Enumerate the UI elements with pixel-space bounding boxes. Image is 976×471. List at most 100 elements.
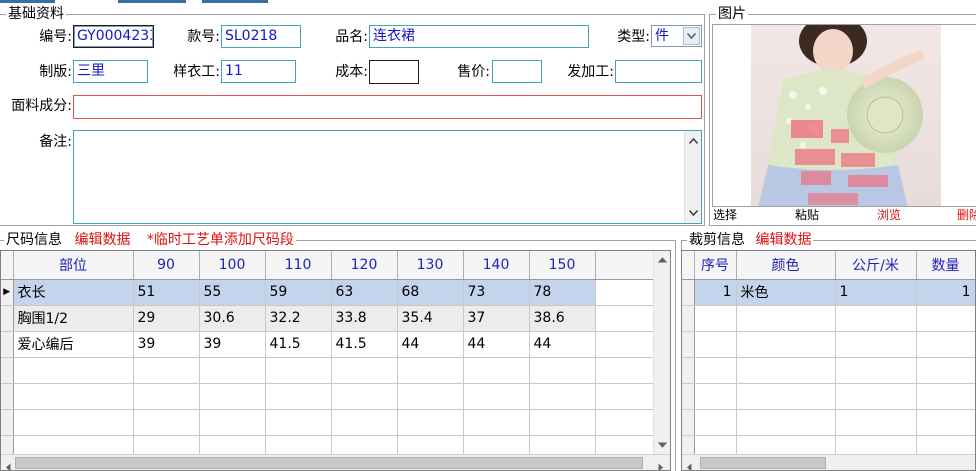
table-cell[interactable]	[835, 305, 917, 332]
chevron-down-icon[interactable]	[683, 27, 700, 45]
table-cell[interactable]	[916, 357, 975, 384]
table-row[interactable]	[682, 357, 975, 384]
outsource-field[interactable]	[615, 60, 702, 83]
price-field[interactable]	[492, 60, 542, 83]
table-cell[interactable]: 37	[463, 305, 530, 332]
column-header[interactable]: 90	[133, 251, 200, 280]
table-cell[interactable]	[694, 331, 737, 358]
column-header[interactable]: 部位	[13, 251, 134, 280]
table-cell[interactable]	[736, 331, 836, 358]
table-cell[interactable]: 55	[199, 279, 266, 306]
arrow-left-icon[interactable]	[686, 460, 692, 470]
table-cell[interactable]	[835, 409, 917, 436]
cost-field[interactable]	[369, 60, 419, 84]
table-cell[interactable]: 41.5	[331, 331, 398, 358]
arrow-left-icon[interactable]	[5, 460, 11, 470]
table-cell[interactable]: 1	[916, 279, 975, 306]
table-cell[interactable]	[265, 383, 332, 410]
table-cell[interactable]	[694, 305, 737, 332]
column-header[interactable]: 序号	[694, 251, 737, 280]
table-row[interactable]	[1, 383, 654, 410]
arrow-down-icon[interactable]	[654, 437, 670, 453]
table-row[interactable]	[682, 383, 975, 410]
style-field[interactable]: SL0218	[221, 25, 301, 48]
table-cell[interactable]: 爱心编后	[13, 331, 134, 358]
table-cell[interactable]: 35.4	[397, 305, 464, 332]
table-cell[interactable]	[331, 409, 398, 436]
table-cell[interactable]: 73	[463, 279, 530, 306]
product-image[interactable]	[712, 24, 976, 207]
table-cell[interactable]	[199, 409, 266, 436]
table-row[interactable]	[1, 357, 654, 384]
table-cell[interactable]	[694, 357, 737, 384]
delete-image-link[interactable]: 删除	[957, 208, 976, 222]
paste-image-link[interactable]: 粘贴	[795, 208, 819, 222]
table-cell[interactable]	[13, 357, 134, 384]
table-cell[interactable]	[736, 409, 836, 436]
table-cell[interactable]	[463, 357, 530, 384]
select-image-link[interactable]: 选择	[713, 208, 737, 222]
name-field[interactable]: 连衣裙	[369, 25, 589, 48]
table-cell[interactable]: 59	[265, 279, 332, 306]
note-scrollbar[interactable]	[684, 131, 701, 223]
table-cell[interactable]	[13, 409, 134, 436]
table-cell[interactable]	[529, 383, 596, 410]
column-header[interactable]: 140	[463, 251, 530, 280]
table-cell[interactable]: 32.2	[265, 305, 332, 332]
table-cell[interactable]	[463, 383, 530, 410]
table-cell[interactable]	[133, 357, 200, 384]
size-hint-link[interactable]: *临时工艺单添加尺码段	[147, 232, 294, 248]
table-cell[interactable]	[199, 383, 266, 410]
table-cell[interactable]	[835, 383, 917, 410]
cut-grid-hscrollbar[interactable]	[682, 454, 975, 470]
table-cell[interactable]	[835, 357, 917, 384]
table-cell[interactable]	[736, 383, 836, 410]
table-cell[interactable]: 44	[463, 331, 530, 358]
table-cell[interactable]: 41.5	[265, 331, 332, 358]
column-header[interactable]: 120	[331, 251, 398, 280]
table-cell[interactable]: 33.8	[331, 305, 398, 332]
column-header[interactable]: 130	[397, 251, 464, 280]
table-cell[interactable]	[694, 383, 737, 410]
arrow-right-icon[interactable]	[658, 460, 664, 470]
table-cell[interactable]	[916, 409, 975, 436]
table-cell[interactable]	[265, 409, 332, 436]
table-cell[interactable]: 1	[835, 279, 917, 306]
arrow-up-icon[interactable]	[685, 133, 701, 149]
table-cell[interactable]	[397, 357, 464, 384]
arrow-up-icon[interactable]	[654, 252, 670, 268]
column-header[interactable]: 颜色	[736, 251, 836, 280]
column-header[interactable]: 数量	[916, 251, 975, 280]
note-textarea[interactable]	[73, 130, 702, 224]
table-row[interactable]	[1, 409, 654, 436]
table-cell[interactable]	[835, 331, 917, 358]
table-cell[interactable]	[529, 357, 596, 384]
table-cell[interactable]: 30.6	[199, 305, 266, 332]
table-row[interactable]: 1 米色 1 1	[682, 279, 975, 306]
sample-worker-field[interactable]: 11	[221, 60, 296, 83]
table-cell[interactable]	[331, 357, 398, 384]
table-row[interactable]: ▶ 衣长 51 55 59 63 68 73 78	[1, 279, 654, 306]
browse-image-link[interactable]: 浏览	[877, 208, 901, 222]
type-select[interactable]: 件	[651, 25, 702, 47]
table-cell[interactable]	[736, 357, 836, 384]
cut-grid[interactable]: 序号 颜色 公斤/米 数量 1 米色 1 1	[681, 250, 976, 471]
table-cell[interactable]: 68	[397, 279, 464, 306]
size-grid-vscrollbar[interactable]	[653, 251, 670, 454]
table-cell[interactable]	[694, 409, 737, 436]
table-cell[interactable]	[199, 357, 266, 384]
table-cell[interactable]	[133, 409, 200, 436]
size-grid-hscrollbar[interactable]	[1, 454, 670, 470]
pattern-field[interactable]: 三里	[73, 60, 148, 83]
table-cell[interactable]: 衣长	[13, 279, 134, 306]
table-cell[interactable]	[916, 331, 975, 358]
table-cell[interactable]	[463, 409, 530, 436]
cut-edit-link[interactable]: 编辑数据	[755, 232, 811, 248]
table-cell[interactable]	[331, 383, 398, 410]
table-cell[interactable]: 39	[133, 331, 200, 358]
column-header[interactable]: 150	[529, 251, 596, 280]
table-cell[interactable]	[133, 383, 200, 410]
column-header[interactable]: 100	[199, 251, 266, 280]
table-row[interactable]	[682, 331, 975, 358]
table-row[interactable]	[682, 305, 975, 332]
